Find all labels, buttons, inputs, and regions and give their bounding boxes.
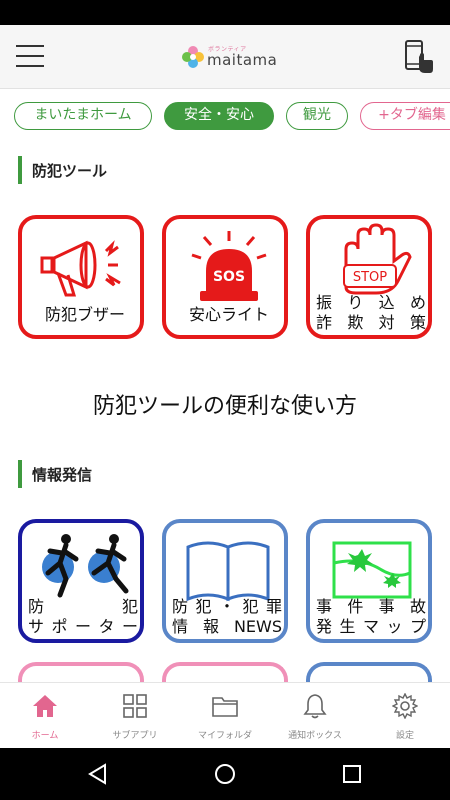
nav-sub-apps[interactable]: サブアプリ [90, 683, 180, 749]
stop-hand-icon: STOP [343, 223, 412, 295]
tile-label: 安心ライト [188, 305, 269, 324]
tile-label-line1: 振り込め [316, 293, 426, 312]
tile-security-buzzer[interactable]: 防犯ブザー [18, 215, 144, 339]
gear-icon [392, 693, 418, 719]
stop-badge: STOP [353, 270, 387, 285]
tab-edit[interactable]: +タブ編集 [360, 102, 450, 130]
section-title: 情報発信 [32, 466, 93, 484]
nav-label: 通知ボックス [288, 731, 342, 741]
sos-light-icon: SOS [191, 231, 267, 301]
tile-fraud-prevention[interactable]: STOP 振り込め 詐欺対策 [306, 215, 432, 339]
home-circle-icon[interactable] [213, 762, 237, 786]
nav-home[interactable]: ホーム [0, 683, 90, 749]
tab-safety[interactable]: 安全・安心 [164, 102, 274, 130]
phone-tap-icon[interactable] [402, 39, 434, 75]
tile-incident-map[interactable]: 事件事故 発生マップ [306, 519, 432, 643]
nav-settings[interactable]: 設定 [360, 683, 450, 749]
system-navigation-bar [0, 748, 450, 800]
bottom-nav: ホーム サブアプリ マイフォルダ 通知ボックス 設定 [0, 682, 450, 748]
tile-label-line2: サポーター [28, 617, 138, 636]
nav-notifications[interactable]: 通知ボックス [270, 683, 360, 749]
tile-safety-light[interactable]: SOS 安心ライト [162, 215, 288, 339]
bell-icon [303, 694, 327, 719]
recents-icon[interactable] [340, 762, 364, 786]
tab-maitama-home[interactable]: まいたまホーム [14, 102, 152, 130]
megaphone-icon [40, 240, 121, 297]
tab-tourism[interactable]: 観光 [286, 102, 348, 130]
tile-label-line1: 防犯・犯罪 [172, 597, 282, 616]
tile-label-line2: 詐欺対策 [316, 313, 426, 332]
logo-text: maitama [207, 51, 278, 69]
grid-icon [123, 694, 147, 718]
tile-label-line1: 事件事故 [316, 597, 426, 616]
menu-icon[interactable] [16, 45, 44, 67]
tile-label-line2: 情報NEWS [172, 617, 282, 636]
tile-label-line1: 防 犯 [28, 597, 138, 616]
nav-label: 設定 [395, 731, 414, 741]
home-icon [33, 695, 57, 717]
nav-my-folder[interactable]: マイフォルダ [180, 683, 270, 749]
tab-bar: まいたまホーム 安全・安心 観光 +タブ編集 [0, 100, 450, 134]
folder-icon [212, 697, 238, 717]
section-title: 防犯ツール [32, 162, 108, 180]
app-logo: ボランティア maitama [180, 42, 277, 74]
tile-crime-supporter[interactable]: 防 犯 サポーター [18, 519, 144, 643]
back-icon[interactable] [86, 762, 110, 786]
top-app-bar: ボランティア maitama [0, 25, 450, 89]
logo-flower-icon [182, 46, 204, 68]
tile-label: 防犯ブザー [44, 305, 125, 324]
sos-badge: SOS [213, 269, 245, 285]
tile-crime-news[interactable]: 防犯・犯罪 情報NEWS [162, 519, 288, 643]
nav-label: マイフォルダ [197, 731, 252, 741]
nav-label: ホーム [31, 731, 59, 741]
status-bar [0, 0, 450, 25]
tile-label-line2: 発生マップ [316, 617, 426, 636]
howto-link[interactable]: 防犯ツールの便利な使い方 [0, 388, 450, 420]
nav-label: サブアプリ [112, 731, 158, 741]
